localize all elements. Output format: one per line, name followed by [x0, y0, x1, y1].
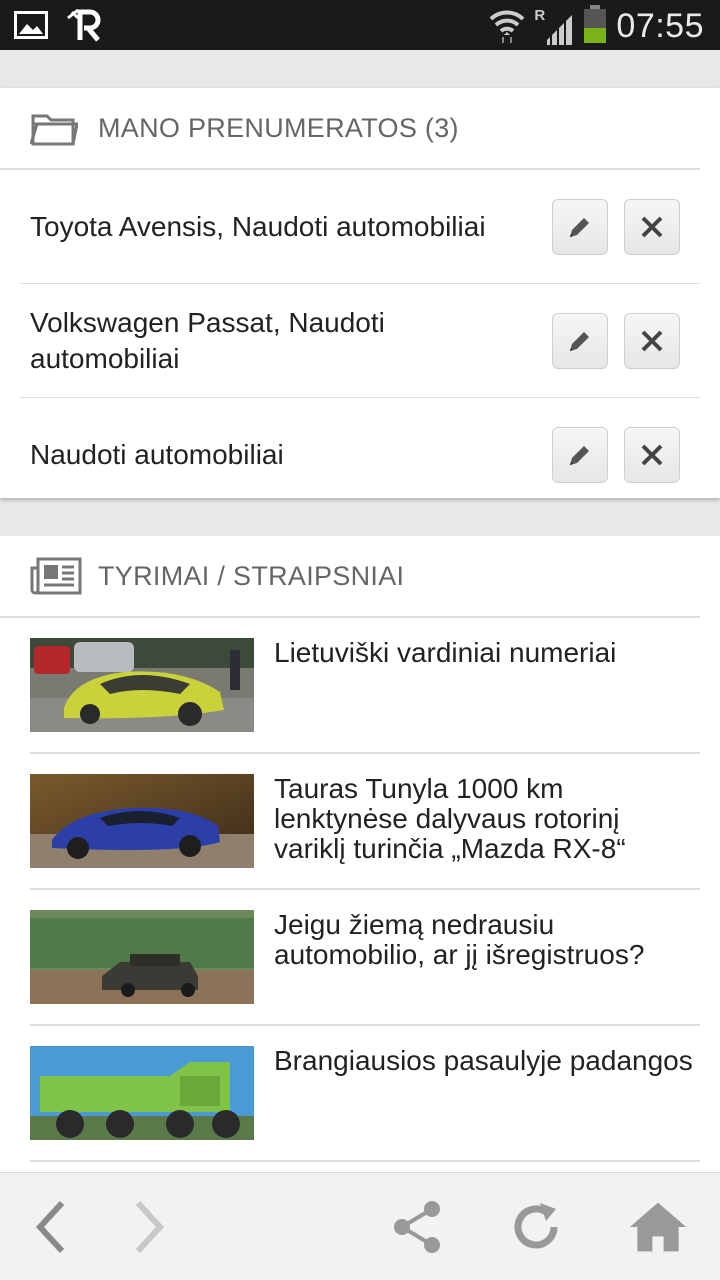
- article-item[interactable]: Lietuviški vardiniai numeriai: [30, 618, 700, 754]
- article-item[interactable]: Jeigu žiemą nedrausiu automobilio, ar jį…: [30, 890, 700, 1026]
- status-bar: R 07:55: [0, 0, 720, 50]
- browser-toolbar: [0, 1172, 720, 1280]
- subscription-item[interactable]: Naudoti automobiliai: [20, 398, 700, 512]
- edit-button[interactable]: [552, 427, 608, 483]
- pencil-icon: [570, 331, 589, 351]
- image-icon: [14, 10, 48, 45]
- back-icon: [35, 1200, 65, 1254]
- article-title[interactable]: Jeigu žiemą nedrausiu automobilio, ar jį…: [274, 910, 694, 970]
- delete-button[interactable]: [624, 427, 680, 483]
- delete-button[interactable]: [624, 198, 680, 255]
- subscription-label[interactable]: Toyota Avensis, Naudoti automobiliai: [30, 209, 530, 245]
- pencil-icon: [570, 446, 589, 465]
- subscriptions-header: MANO PRENUMERATOS (3): [0, 88, 700, 170]
- delete-button[interactable]: [624, 312, 680, 369]
- home-button[interactable]: [628, 1197, 688, 1257]
- forward-button[interactable]: [120, 1197, 180, 1257]
- close-icon: [641, 444, 663, 466]
- close-icon: [641, 216, 663, 237]
- article-thumbnail[interactable]: [30, 910, 254, 1004]
- edit-button[interactable]: [552, 312, 608, 369]
- subscriptions-title: MANO PRENUMERATOS (3): [98, 112, 459, 143]
- subscriptions-card: MANO PRENUMERATOS (3) Toyota Avensis, Na…: [0, 88, 720, 498]
- articles-card: TYRIMAI / STRAIPSNIAI Lietuviški vardini…: [0, 536, 720, 1172]
- newspaper-icon: [30, 556, 82, 596]
- subscription-label[interactable]: Naudoti automobiliai: [30, 437, 530, 473]
- share-icon: [394, 1201, 440, 1253]
- article-title[interactable]: Brangiausios pasaulyje padangos: [274, 1046, 694, 1076]
- app-r-icon: [66, 8, 102, 47]
- clock: 07:55: [616, 7, 704, 45]
- article-title[interactable]: Lietuviški vardiniai numeriai: [274, 638, 694, 668]
- folder-icon: [29, 108, 79, 148]
- share-button[interactable]: [388, 1197, 448, 1257]
- battery-icon: [582, 4, 608, 49]
- forward-icon: [135, 1200, 165, 1254]
- close-icon: [641, 330, 663, 351]
- pencil-icon: [570, 217, 589, 237]
- refresh-icon: [514, 1203, 558, 1249]
- articles-title: TYRIMAI / STRAIPSNIAI: [98, 560, 405, 591]
- wifi-icon: [488, 5, 526, 48]
- article-item[interactable]: Brangiausios pasaulyje padangos: [30, 1026, 700, 1162]
- refresh-button[interactable]: [508, 1197, 568, 1257]
- articles-header: TYRIMAI / STRAIPSNIAI: [0, 536, 700, 618]
- article-title[interactable]: Tauras Tunyla 1000 km lenktynėse dalyvau…: [274, 774, 694, 864]
- signal-roaming-icon: R: [534, 7, 574, 47]
- subscription-label[interactable]: Volkswagen Passat, Naudoti automobiliai: [30, 305, 530, 377]
- article-thumbnail[interactable]: [30, 774, 254, 868]
- home-icon: [629, 1202, 687, 1252]
- subscription-item[interactable]: Toyota Avensis, Naudoti automobiliai: [20, 170, 700, 284]
- article-item[interactable]: Tauras Tunyla 1000 km lenktynėse dalyvau…: [30, 754, 700, 890]
- subscription-item[interactable]: Volkswagen Passat, Naudoti automobiliai: [20, 284, 700, 398]
- article-thumbnail[interactable]: [30, 1046, 254, 1140]
- back-button[interactable]: [20, 1197, 80, 1257]
- edit-button[interactable]: [552, 198, 608, 255]
- article-thumbnail[interactable]: [30, 638, 254, 732]
